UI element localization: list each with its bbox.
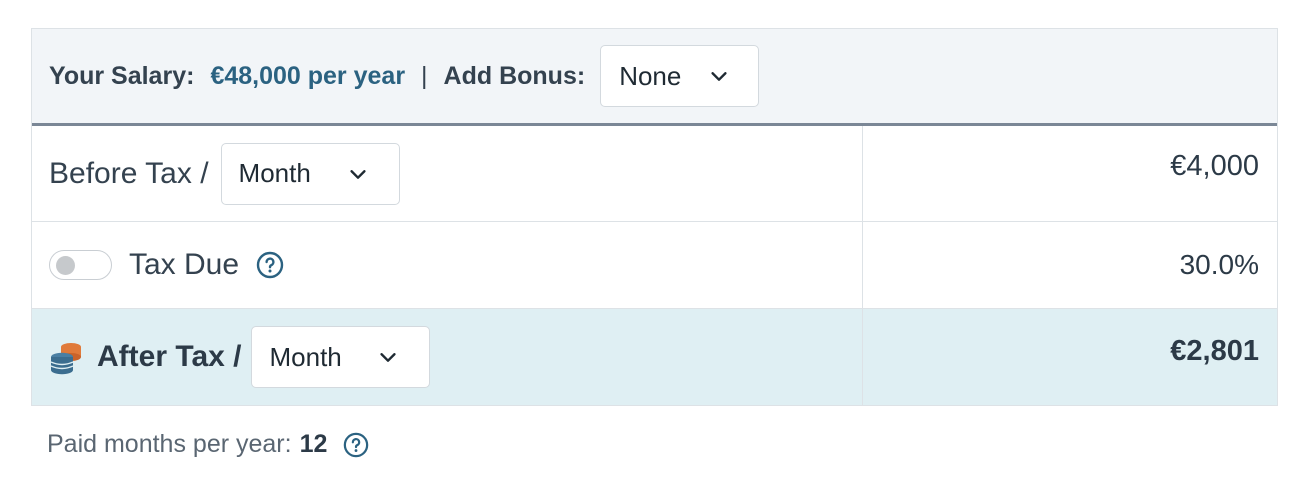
after-tax-label: After Tax / bbox=[97, 340, 242, 373]
after-tax-label-cell: After Tax / Month bbox=[32, 309, 863, 405]
salary-calculator-card: Your Salary: €48,000 per year | Add Bonu… bbox=[31, 28, 1278, 406]
after-tax-value-cell: €2,801 bbox=[863, 309, 1277, 405]
chevron-down-icon bbox=[349, 169, 366, 179]
before-tax-value: €4,000 bbox=[1170, 150, 1259, 182]
before-tax-period-select[interactable]: Month bbox=[220, 142, 400, 205]
before-tax-value-cell: €4,000 bbox=[863, 126, 1277, 221]
tax-due-value-cell: 30.0% bbox=[863, 222, 1277, 308]
paid-months-footer: Paid months per year: 12 bbox=[47, 430, 369, 459]
coins-icon bbox=[50, 343, 81, 375]
after-tax-value: €2,801 bbox=[1170, 335, 1259, 367]
header-separator: | bbox=[421, 61, 428, 90]
chevron-down-icon bbox=[711, 72, 727, 81]
tax-due-row: Tax Due 30.0% bbox=[32, 221, 1277, 308]
bonus-label: Add Bonus: bbox=[443, 61, 586, 90]
paid-months-value: 12 bbox=[299, 430, 328, 458]
before-tax-label: Before Tax / bbox=[49, 156, 209, 190]
tax-due-label-cell: Tax Due bbox=[32, 222, 863, 308]
bonus-select[interactable]: None bbox=[600, 45, 760, 107]
paid-months-label: Paid months per year: bbox=[47, 430, 292, 458]
salary-value: €48,000 per year bbox=[210, 61, 406, 90]
salary-label: Your Salary: bbox=[49, 61, 195, 90]
before-tax-label-cell: Before Tax / Month bbox=[32, 126, 863, 221]
tax-due-value: 30.0% bbox=[1179, 249, 1259, 280]
before-tax-row: Before Tax / Month €4,000 bbox=[32, 126, 1277, 221]
tax-due-toggle[interactable] bbox=[49, 250, 112, 280]
help-icon[interactable] bbox=[343, 432, 369, 458]
bonus-select-value: None bbox=[619, 60, 682, 91]
before-tax-period-value: Month bbox=[238, 158, 311, 188]
tax-due-label: Tax Due bbox=[129, 248, 240, 281]
after-tax-row: After Tax / Month €2,801 bbox=[32, 308, 1277, 405]
after-tax-period-select[interactable]: Month bbox=[251, 326, 431, 388]
after-tax-period-value: Month bbox=[269, 341, 342, 372]
salary-header: Your Salary: €48,000 per year | Add Bonu… bbox=[32, 29, 1277, 126]
chevron-down-icon bbox=[380, 353, 397, 362]
help-icon[interactable] bbox=[256, 251, 284, 279]
toggle-knob bbox=[56, 256, 75, 275]
